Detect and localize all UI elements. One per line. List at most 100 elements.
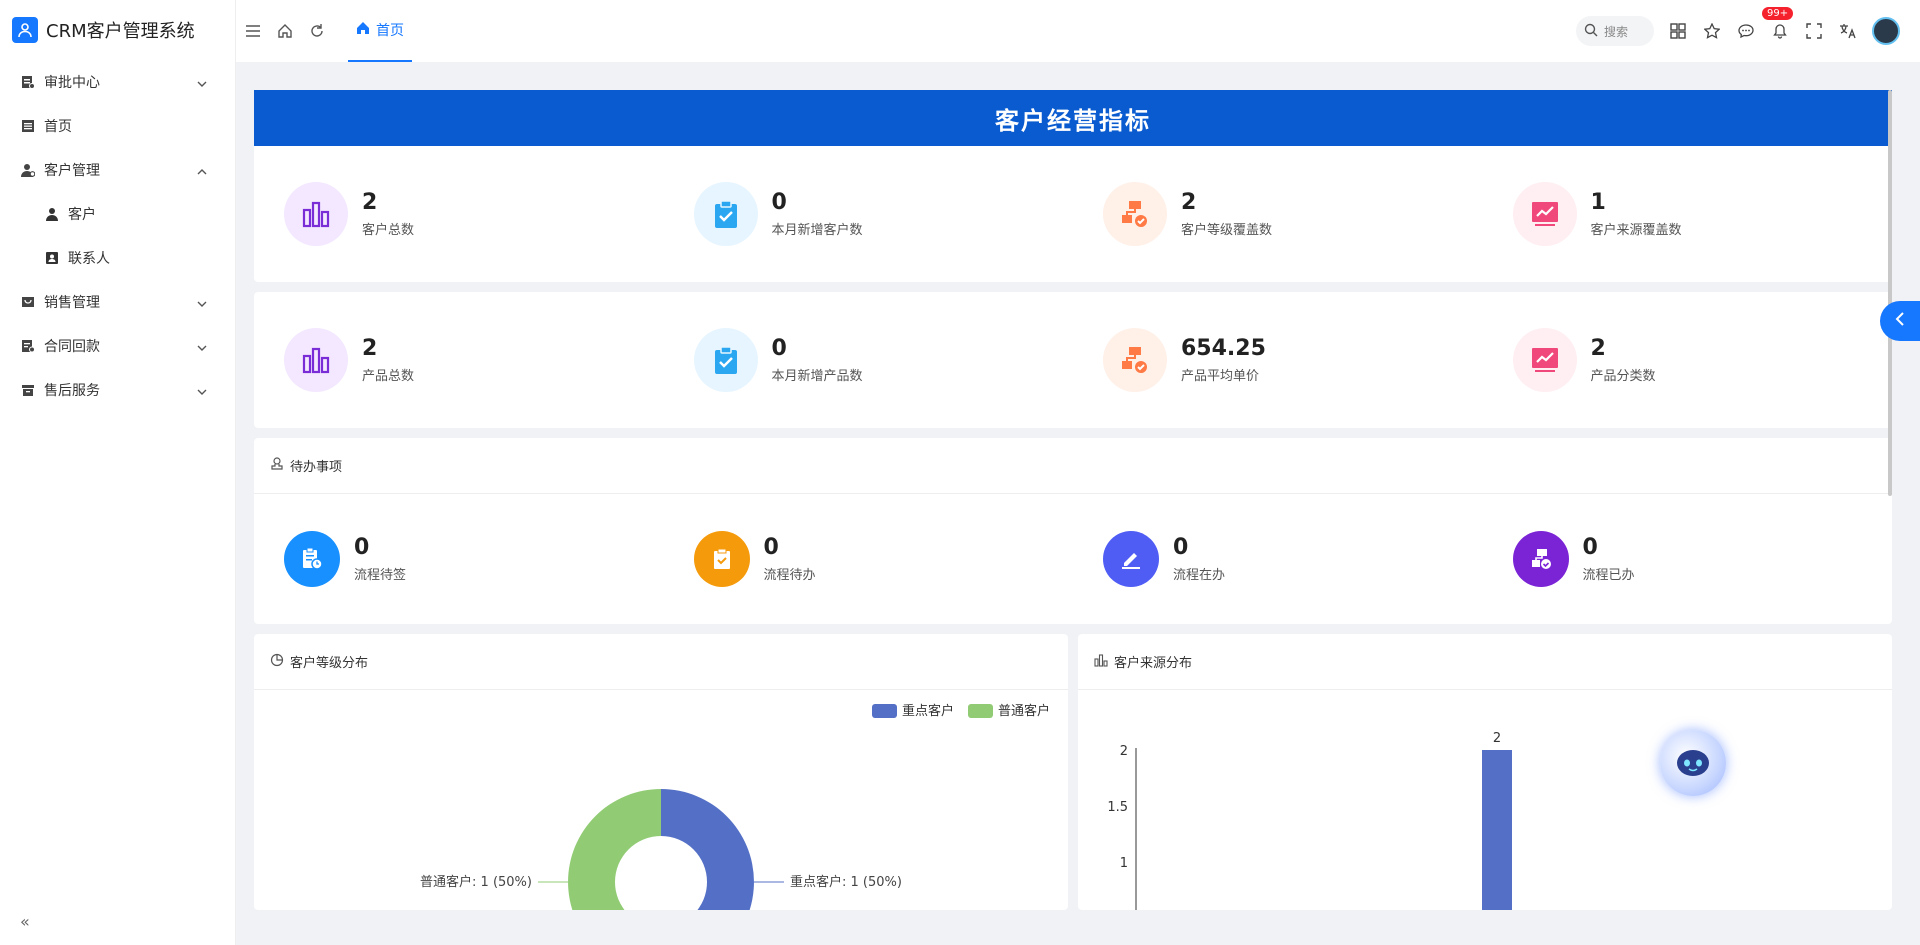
source-chart-title: 客户来源分布 — [1114, 656, 1193, 671]
stat-label: 客户等级覆盖数 — [1181, 223, 1273, 238]
ai-assistant-robot-icon[interactable] — [1660, 730, 1726, 796]
home-icon[interactable] — [276, 22, 294, 40]
level-chart-title: 客户等级分布 — [290, 656, 369, 671]
todo-value: 0 — [354, 535, 370, 560]
customer-metrics-card: 客户经营指标 2 客户总数 0 本月新增客户数 2 客户等级覆盖数 1 客户来源覆盖数 — [254, 90, 1892, 282]
service-icon — [20, 382, 36, 398]
home-doc-icon — [20, 118, 36, 134]
todo-row: 0 流程待签 0 流程待办 0 流程在办 0 流程已办 — [254, 494, 1892, 624]
header-right: 搜索 99+ — [1576, 0, 1900, 62]
product-stats-row: 2 产品总数 0 本月新增产品数 654.25 产品平均单价 2 产品分类数 — [254, 292, 1892, 428]
bar-data-label: 2 — [1493, 731, 1501, 746]
sidebar-item-label: 销售管理 — [44, 295, 100, 311]
edit-pen-icon — [1103, 531, 1159, 587]
pie-slice — [568, 789, 661, 910]
home-filled-icon — [356, 21, 370, 39]
todo-label: 流程在办 — [1173, 568, 1226, 583]
todo-value: 0 — [1173, 535, 1189, 560]
customer-mgmt-icon — [20, 162, 36, 178]
flow-check-icon — [1103, 182, 1167, 246]
charts-row: 客户等级分布 重点客户: 1 (50%) 普通客户: 1 (50%) 重点客户 普通客… — [254, 634, 1892, 910]
todo-done[interactable]: 0 流程已办 — [1483, 531, 1893, 587]
search-input[interactable]: 搜索 — [1576, 16, 1654, 46]
apps-grid-icon[interactable] — [1668, 21, 1688, 41]
stat-product-new: 0 本月新增产品数 — [664, 328, 1074, 392]
stat-value: 1 — [1590, 190, 1606, 215]
app-title: CRM客户管理系统 — [46, 21, 195, 42]
todo-label: 流程待签 — [354, 568, 407, 583]
stat-value: 2 — [362, 190, 378, 215]
sidebar-item-approval[interactable]: 审批中心 — [0, 60, 235, 104]
sidebar-menu: 审批中心 首页 客户管理 客户 联系人 销售管理 合同回款 售后服务 — [0, 60, 235, 412]
clipboard-check-icon — [693, 328, 758, 392]
sidebar-item-label: 客户管理 — [44, 163, 100, 179]
sidebar-item-customer[interactable]: 客户 — [0, 192, 235, 236]
header-tools — [236, 22, 326, 40]
stat-label: 本月新增产品数 — [771, 369, 863, 384]
stat-value: 0 — [771, 190, 787, 215]
translate-icon[interactable] — [1838, 21, 1858, 41]
pie-chart: 重点客户: 1 (50%) 普通客户: 1 (50%) 重点客户 普通客户 — [420, 703, 1050, 910]
stat-value: 0 — [771, 336, 787, 361]
pie-chart-icon — [270, 653, 284, 671]
avatar[interactable] — [1872, 17, 1900, 45]
chevron-down-icon — [197, 385, 207, 395]
banner-title: 客户经营指标 — [254, 90, 1892, 146]
side-panel-toggle[interactable] — [1880, 301, 1920, 341]
pie-slice — [661, 789, 754, 910]
pie-slice-label: 普通客户: 1 (50%) — [420, 874, 532, 890]
sidebar: CRM客户管理系统 审批中心 首页 客户管理 客户 联系人 销售管理 合同回款 … — [0, 0, 236, 945]
notification-badge: 99+ — [1762, 7, 1794, 20]
todo-title: 待办事项 — [290, 460, 343, 475]
fullscreen-icon[interactable] — [1804, 21, 1824, 41]
search-placeholder: 搜索 — [1604, 24, 1629, 39]
todo-pending-sign[interactable]: 0 流程待签 — [254, 531, 664, 587]
sidebar-item-customer-mgmt[interactable]: 客户管理 — [0, 148, 235, 192]
sidebar-item-contact[interactable]: 联系人 — [0, 236, 235, 280]
stat-customer-level: 2 客户等级覆盖数 — [1073, 182, 1483, 246]
sidebar-item-sales[interactable]: 销售管理 — [0, 280, 235, 324]
sidebar-item-label: 审批中心 — [44, 75, 100, 91]
logo[interactable]: CRM客户管理系统 — [0, 0, 235, 60]
contact-icon — [44, 250, 60, 266]
todo-pending[interactable]: 0 流程待办 — [664, 531, 1074, 587]
todo-in-progress[interactable]: 0 流程在办 — [1073, 531, 1483, 587]
stamp-icon — [270, 456, 284, 475]
scrollbar[interactable] — [1888, 90, 1892, 496]
stat-product-avg-price: 654.25 产品平均单价 — [1073, 328, 1483, 392]
stat-product-total: 2 产品总数 — [254, 328, 664, 392]
todo-value: 0 — [763, 535, 779, 560]
refresh-icon[interactable] — [308, 22, 326, 40]
todo-label: 流程待办 — [763, 568, 816, 583]
menu-toggle-icon[interactable] — [244, 22, 262, 40]
todo-header: 待办事项 — [254, 438, 1892, 494]
message-icon[interactable] — [1736, 21, 1756, 41]
sidebar-item-service[interactable]: 售后服务 — [0, 368, 235, 412]
tab-home-label: 首页 — [376, 23, 404, 39]
bell-icon[interactable]: 99+ — [1762, 7, 1794, 41]
main-content: 客户经营指标 2 客户总数 0 本月新增客户数 2 客户等级覆盖数 1 客户来源覆盖数 — [254, 90, 1892, 910]
sidebar-item-contract[interactable]: 合同回款 — [0, 324, 235, 368]
sidebar-item-label: 合同回款 — [44, 339, 100, 355]
logo-user-icon — [12, 17, 38, 43]
sidebar-item-label: 售后服务 — [44, 383, 100, 399]
level-chart-header: 客户等级分布 — [254, 634, 1068, 690]
stat-customer-source: 1 客户来源覆盖数 — [1483, 182, 1893, 246]
y-tick-label: 1.5 — [1107, 800, 1128, 815]
y-tick-label: 2 — [1120, 744, 1128, 759]
bar-chart-icon — [284, 182, 348, 246]
collapse-sidebar-icon[interactable]: « — [20, 912, 30, 931]
star-icon[interactable] — [1702, 21, 1722, 41]
tab-home[interactable]: 首页 — [348, 0, 412, 62]
stat-label: 产品总数 — [362, 369, 415, 384]
y-tick-label: 1 — [1120, 856, 1128, 871]
customer-level-chart-card: 客户等级分布 重点客户: 1 (50%) 普通客户: 1 (50%) 重点客户 普通客… — [254, 634, 1068, 910]
stat-customer-total: 2 客户总数 — [254, 182, 664, 246]
legend-label: 重点客户 — [902, 703, 954, 719]
product-metrics-card: 2 产品总数 0 本月新增产品数 654.25 产品平均单价 2 产品分类数 — [254, 292, 1892, 428]
clipboard-check-icon — [693, 182, 758, 246]
todo-card: 待办事项 0 流程待签 0 流程待办 0 流程在办 0 流程已办 — [254, 438, 1892, 624]
sidebar-item-home[interactable]: 首页 — [0, 104, 235, 148]
todo-label: 流程已办 — [1582, 568, 1635, 583]
chevron-down-icon — [197, 341, 207, 351]
